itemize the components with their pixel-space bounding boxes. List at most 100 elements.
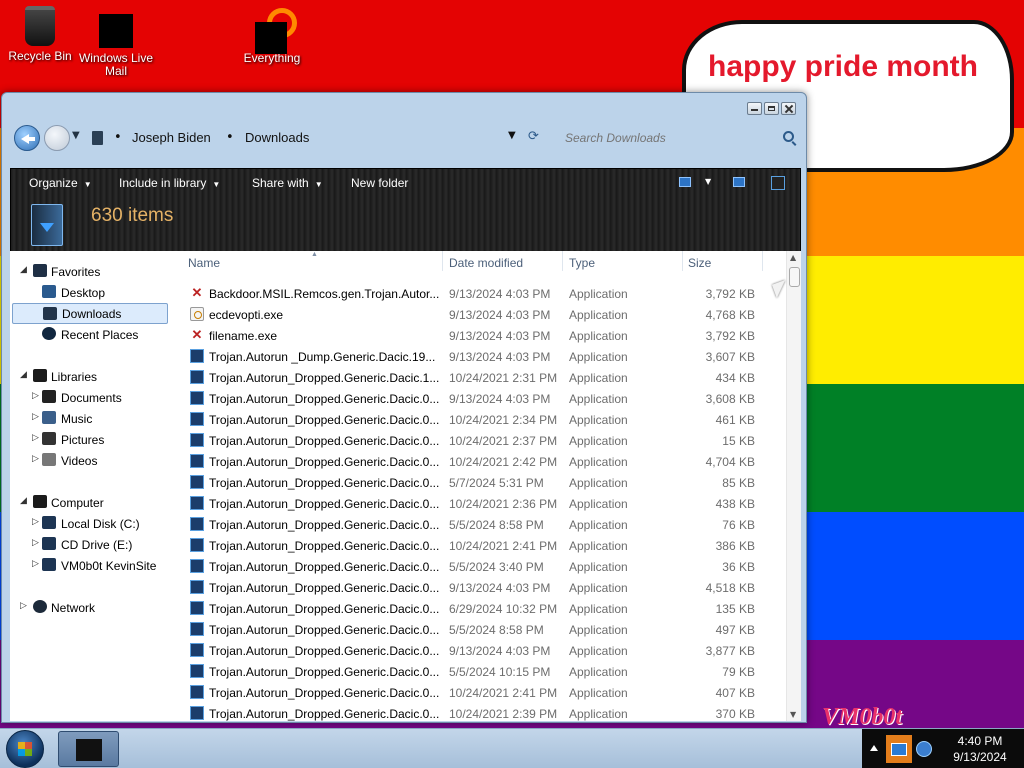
clock[interactable]: 4:40 PM 9/13/2024: [940, 733, 1020, 765]
help-icon[interactable]: [771, 176, 785, 190]
taskbar-explorer-button[interactable]: [58, 731, 119, 767]
file-row[interactable]: ✕ filename.exe 9/13/2024 4:03 PM Applicatio…: [180, 325, 784, 346]
share-with-button[interactable]: Share with ▼: [252, 176, 323, 190]
nav-item-recent-places[interactable]: Recent Places: [10, 324, 178, 345]
file-row[interactable]: Trojan.Autorun_Dropped.Generic.Dacic.0..…: [180, 640, 784, 661]
recent-pages-dropdown[interactable]: ▼: [72, 130, 80, 141]
expand-arrow-icon[interactable]: ▷: [32, 453, 39, 464]
nav-item-music[interactable]: ▷ Music: [10, 408, 178, 429]
scroll-down-icon[interactable]: ▼: [790, 710, 796, 719]
scrollbar-thumb[interactable]: [789, 267, 800, 287]
column-header-size[interactable]: Size: [688, 256, 711, 270]
expand-arrow-icon[interactable]: ▷: [32, 390, 39, 401]
file-date-modified: 10/24/2021 2:34 PM: [449, 413, 558, 427]
file-row[interactable]: Trojan.Autorun_Dropped.Generic.Dacic.0..…: [180, 409, 784, 430]
nav-network[interactable]: ▷ Network: [10, 597, 178, 618]
network-status-icon[interactable]: [916, 741, 932, 757]
nav-item-downloads[interactable]: Downloads: [12, 303, 168, 324]
file-row[interactable]: Trojan.Autorun_Dropped.Generic.Dacic.0..…: [180, 514, 784, 535]
breadcrumb-separator[interactable]: •: [114, 130, 122, 145]
file-type: Application: [569, 560, 628, 574]
search-input[interactable]: [555, 126, 800, 150]
breadcrumb-item-user[interactable]: Joseph Biden: [132, 130, 211, 145]
close-button[interactable]: [781, 102, 796, 115]
nav-favorites-label: Favorites: [51, 265, 101, 279]
new-folder-button[interactable]: New folder: [351, 176, 408, 190]
expand-arrow-icon[interactable]: ▷: [32, 558, 39, 569]
file-row[interactable]: Trojan.Autorun_Dropped.Generic.Dacic.0..…: [180, 535, 784, 556]
breadcrumb-item-downloads[interactable]: Downloads: [245, 130, 309, 145]
file-row[interactable]: Trojan.Autorun _Dump.Generic.Dacic.19...…: [180, 346, 784, 367]
file-row[interactable]: Trojan.Autorun_Dropped.Generic.Dacic.0..…: [180, 472, 784, 493]
nav-item-desktop[interactable]: Desktop: [10, 282, 178, 303]
file-date-modified: 10/24/2021 2:42 PM: [449, 455, 558, 469]
expand-arrow-icon[interactable]: ▷: [32, 411, 39, 422]
start-button[interactable]: [6, 730, 44, 768]
expand-arrow-icon[interactable]: ▷: [32, 516, 39, 527]
search-icon[interactable]: [783, 131, 794, 142]
organize-button[interactable]: Organize ▼: [29, 176, 92, 190]
column-header-date-modified[interactable]: Date modified: [449, 256, 523, 270]
forward-button[interactable]: [44, 125, 70, 151]
desktop-icon-everything[interactable]: Everything: [234, 8, 310, 65]
view-options-dropdown[interactable]: ▼: [705, 177, 711, 186]
file-row[interactable]: ecdevopti.exe 9/13/2024 4:03 PM Applicatio…: [180, 304, 784, 325]
file-name: Trojan.Autorun _Dump.Generic.Dacic.19...: [209, 350, 436, 364]
back-button[interactable]: [14, 125, 40, 151]
file-size: 79 KB: [722, 665, 755, 679]
nav-favorites[interactable]: ◢ Favorites: [10, 261, 178, 282]
preview-pane-icon[interactable]: [733, 177, 745, 187]
file-row[interactable]: Trojan.Autorun_Dropped.Generic.Dacic.0..…: [180, 682, 784, 703]
column-header-name[interactable]: Name: [188, 256, 220, 270]
tray-app-icon[interactable]: [886, 735, 912, 763]
breadcrumb-separator[interactable]: •: [226, 130, 234, 145]
nav-item-label: Recent Places: [61, 328, 139, 342]
nav-item-network-drive[interactable]: ▷ VM0b0t KevinSite: [10, 555, 178, 576]
maximize-button[interactable]: [764, 102, 779, 115]
nav-item-cd-drive[interactable]: ▷ CD Drive (E:): [10, 534, 178, 555]
collapse-arrow-icon[interactable]: ◢: [20, 264, 27, 275]
file-row[interactable]: ✕ Backdoor.MSIL.Remcos.gen.Trojan.Autor..…: [180, 283, 784, 304]
expand-arrow-icon[interactable]: ▷: [20, 600, 27, 611]
file-row[interactable]: Trojan.Autorun_Dropped.Generic.Dacic.0..…: [180, 661, 784, 682]
file-row[interactable]: Trojan.Autorun_Dropped.Generic.Dacic.0..…: [180, 703, 784, 721]
scroll-up-icon[interactable]: ▲: [790, 253, 796, 262]
show-hidden-icons-icon[interactable]: [870, 745, 878, 751]
nav-computer[interactable]: ◢ Computer: [10, 492, 178, 513]
minimize-button[interactable]: [747, 102, 762, 115]
file-row[interactable]: Trojan.Autorun_Dropped.Generic.Dacic.0..…: [180, 577, 784, 598]
file-date-modified: 5/7/2024 5:31 PM: [449, 476, 544, 490]
include-in-library-button[interactable]: Include in library ▼: [119, 176, 220, 190]
collapse-arrow-icon[interactable]: ◢: [20, 495, 27, 506]
collapse-arrow-icon[interactable]: ◢: [20, 369, 27, 380]
file-row[interactable]: Trojan.Autorun_Dropped.Generic.Dacic.0..…: [180, 619, 784, 640]
application-file-icon: [190, 538, 204, 552]
file-name: Backdoor.MSIL.Remcos.gen.Trojan.Autor...: [209, 287, 439, 301]
nav-item-documents[interactable]: ▷ Documents: [10, 387, 178, 408]
file-row[interactable]: Trojan.Autorun_Dropped.Generic.Dacic.0..…: [180, 493, 784, 514]
desktop-icon-recycle-bin[interactable]: Recycle Bin: [2, 6, 78, 63]
expand-arrow-icon[interactable]: ▷: [32, 432, 39, 443]
change-view-icon[interactable]: [679, 177, 691, 187]
file-row[interactable]: Trojan.Autorun_Dropped.Generic.Dacic.0..…: [180, 430, 784, 451]
application-file-icon: [190, 433, 204, 447]
nav-item-videos[interactable]: ▷ Videos: [10, 450, 178, 471]
nav-item-local-disk[interactable]: ▷ Local Disk (C:): [10, 513, 178, 534]
vertical-scrollbar[interactable]: ▲ ▼: [786, 251, 801, 721]
file-row[interactable]: Trojan.Autorun_Dropped.Generic.Dacic.0..…: [180, 451, 784, 472]
nav-item-pictures[interactable]: ▷ Pictures: [10, 429, 178, 450]
nav-item-label: Desktop: [61, 286, 106, 300]
file-row[interactable]: Trojan.Autorun_Dropped.Generic.Dacic.1..…: [180, 367, 784, 388]
nav-item-label: Videos: [61, 454, 98, 468]
file-row[interactable]: Trojan.Autorun_Dropped.Generic.Dacic.0..…: [180, 388, 784, 409]
column-header-type[interactable]: Type: [569, 256, 595, 270]
file-row[interactable]: Trojan.Autorun_Dropped.Generic.Dacic.0..…: [180, 598, 784, 619]
address-bar[interactable]: • Joseph Biden • Downloads ▼ ⟳: [88, 126, 544, 150]
caption-buttons: [745, 102, 796, 115]
address-history-dropdown[interactable]: ▼: [508, 130, 516, 141]
expand-arrow-icon[interactable]: ▷: [32, 537, 39, 548]
file-row[interactable]: Trojan.Autorun_Dropped.Generic.Dacic.0..…: [180, 556, 784, 577]
desktop-icon-windows-live-mail[interactable]: Windows Live Mail: [78, 14, 154, 78]
nav-libraries[interactable]: ◢ Libraries: [10, 366, 178, 387]
refresh-icon[interactable]: ⟳: [528, 129, 539, 144]
